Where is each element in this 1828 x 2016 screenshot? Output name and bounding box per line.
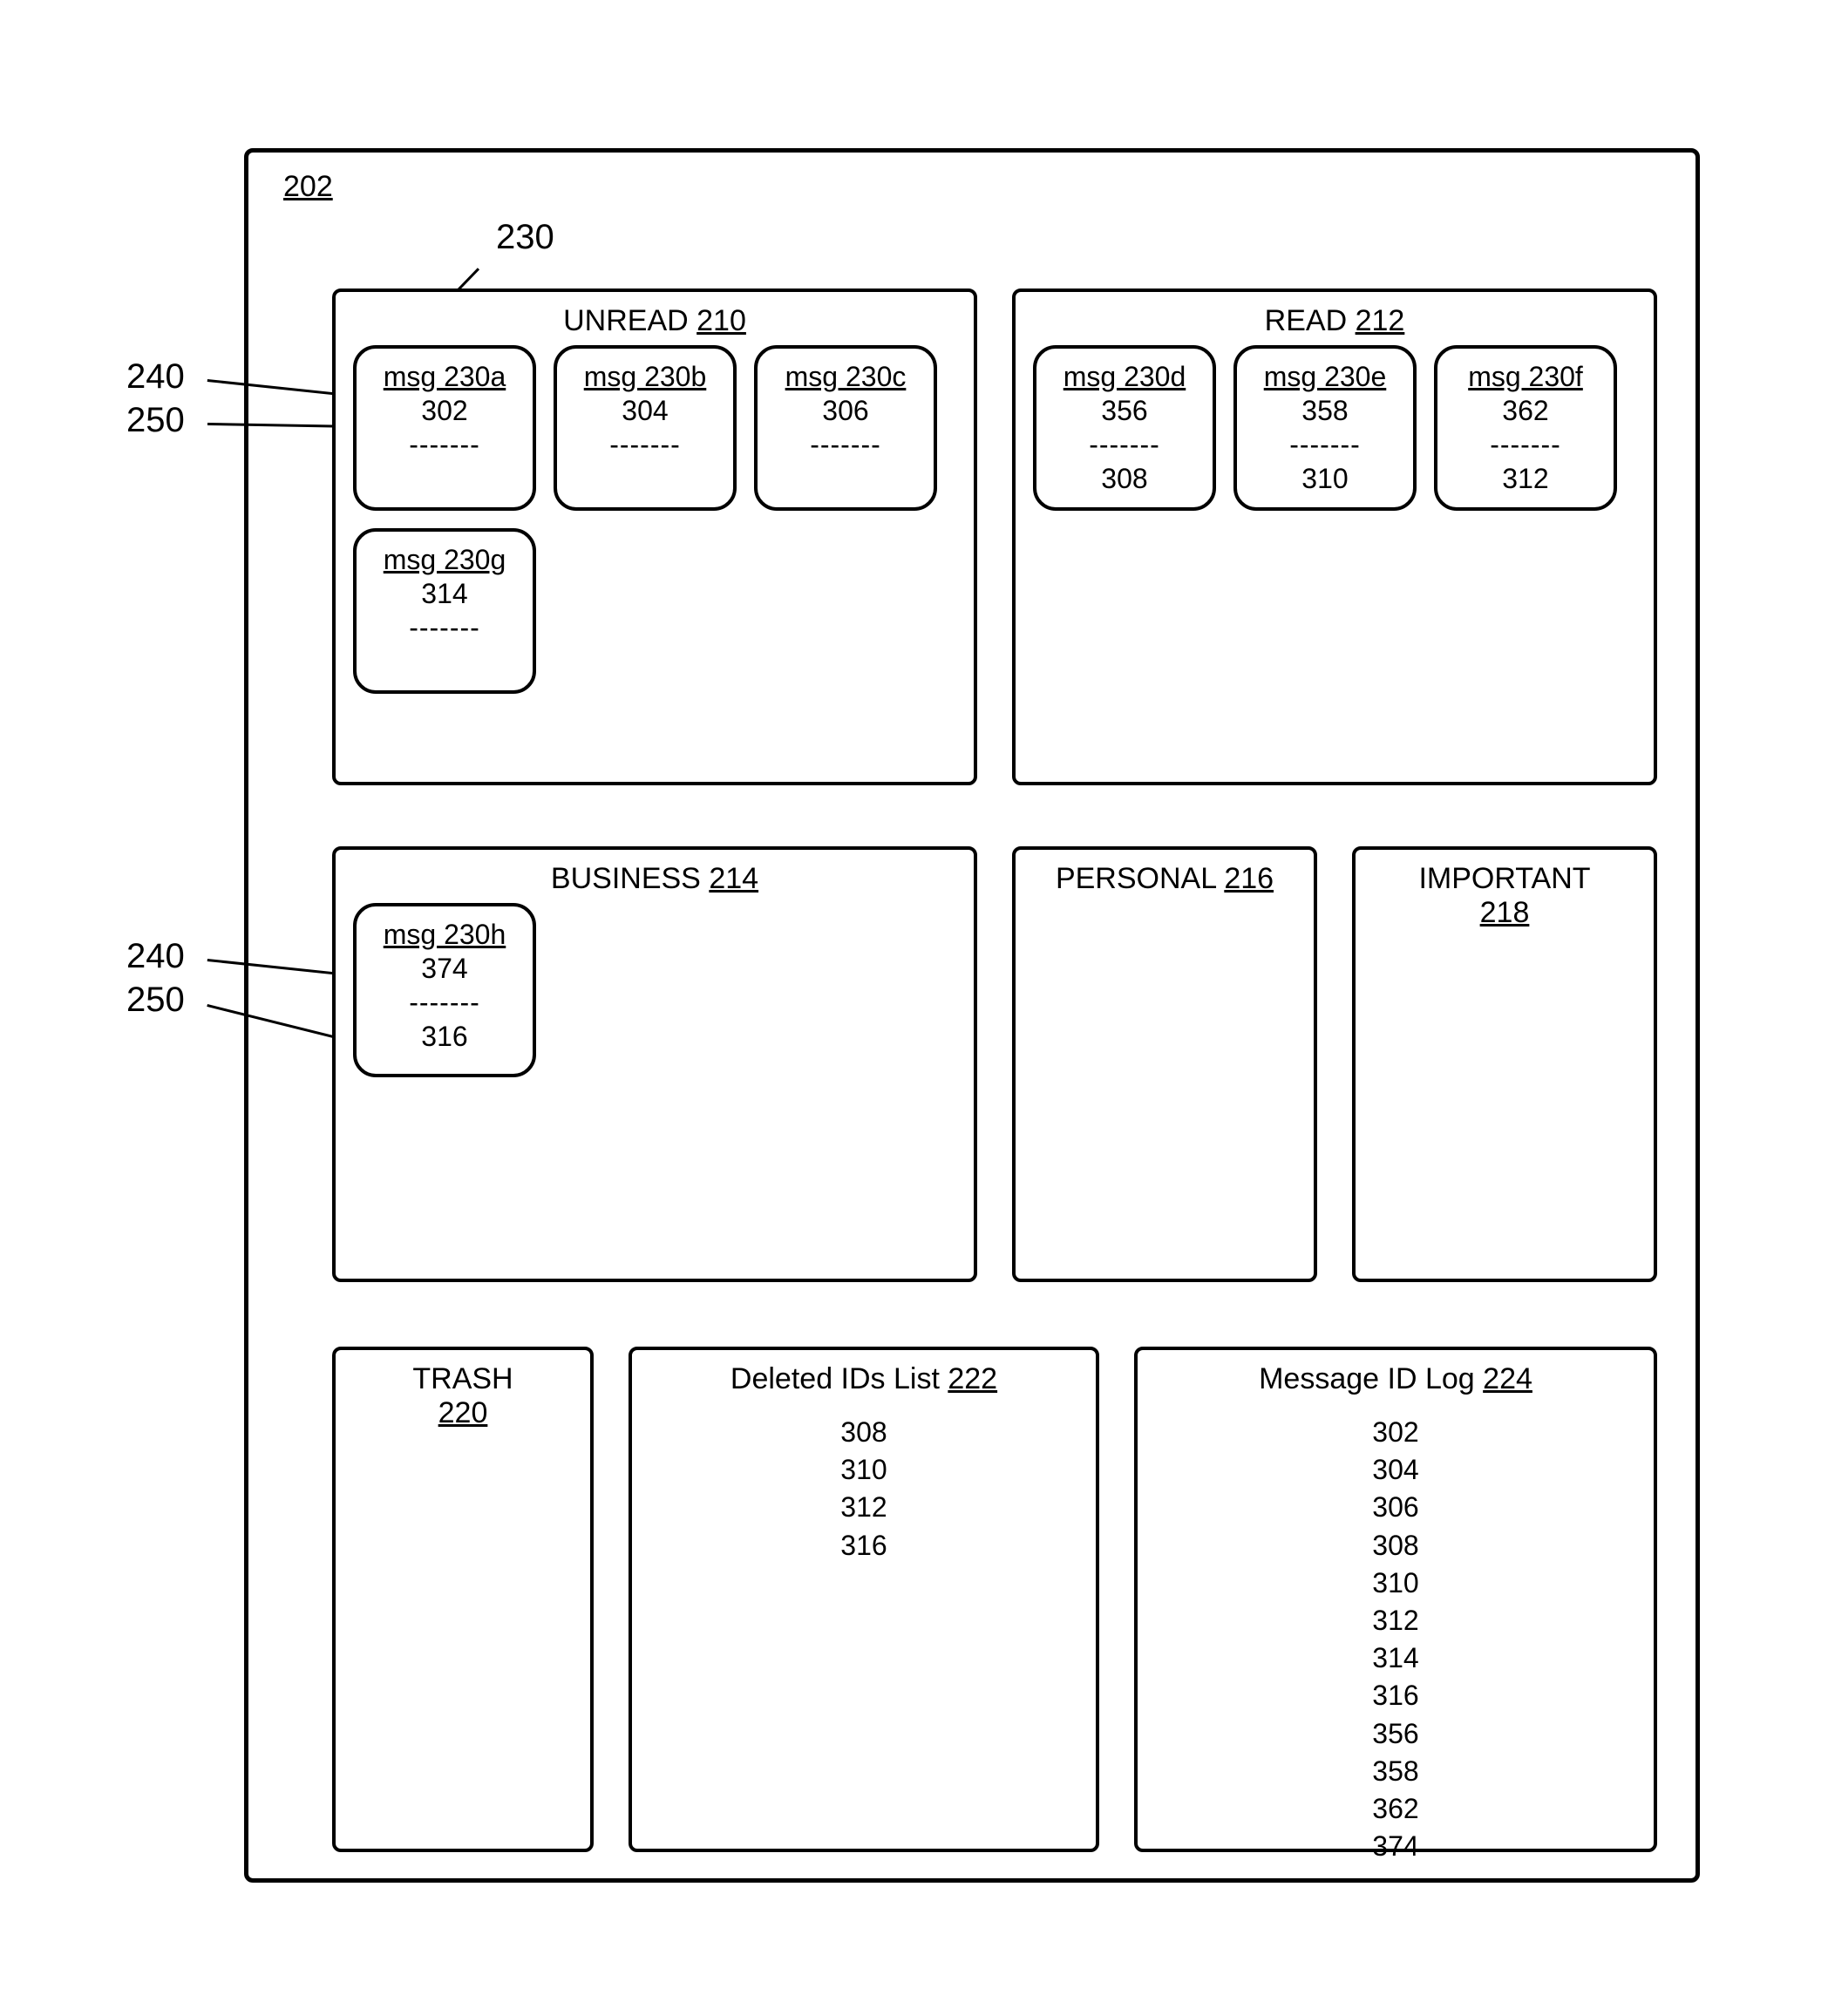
section-read-label: READ: [1265, 304, 1347, 337]
msg-230e-name: msg 230e: [1264, 361, 1387, 393]
log-id-item: 316: [1155, 1677, 1636, 1714]
section-business-ref: 214: [709, 862, 758, 895]
msg-230c-line1: 306: [822, 395, 868, 427]
section-log-ref: 224: [1483, 1362, 1532, 1395]
msg-230h: msg 230h 374 ------- 316: [353, 903, 536, 1077]
msg-230d-name: msg 230d: [1064, 361, 1186, 393]
log-id-item: 374: [1155, 1828, 1636, 1865]
section-deleted-ref: 222: [948, 1362, 997, 1395]
msg-230e-line2: 310: [1301, 463, 1348, 495]
log-id-item: 302: [1155, 1414, 1636, 1451]
section-business: BUSINESS 214 msg 230h 374 ------- 316: [332, 846, 977, 1282]
read-messages: msg 230d 356 ------- 308 msg 230e 358 --…: [1033, 345, 1636, 511]
frame-ref: 202: [283, 170, 333, 204]
msg-230f: msg 230f 362 ------- 312: [1434, 345, 1617, 511]
section-log-title: Message ID Log 224: [1155, 1362, 1636, 1396]
msg-230g-name: msg 230g: [384, 544, 506, 576]
business-messages: msg 230h 374 ------- 316: [353, 903, 956, 1077]
msg-230g-line1: 314: [421, 578, 467, 610]
section-deleted-label: Deleted IDs List: [731, 1362, 940, 1395]
msg-230f-line2: 312: [1502, 463, 1548, 495]
section-business-title: BUSINESS 214: [353, 862, 956, 896]
section-trash: TRASH 220: [332, 1347, 594, 1852]
deleted-ids-list: 308 310 312 316: [649, 1414, 1078, 1565]
msg-230h-dashes: -------: [409, 987, 480, 1019]
log-id-item: 304: [1155, 1451, 1636, 1489]
section-trash-label: TRASH: [412, 1362, 513, 1395]
section-personal: PERSONAL 216: [1012, 846, 1317, 1282]
callout-240-top: 240: [126, 357, 185, 397]
callout-240-bottom: 240: [126, 937, 185, 976]
msg-230b-line1: 304: [622, 395, 668, 427]
log-id-item: 314: [1155, 1639, 1636, 1677]
log-id-item: 310: [1155, 1565, 1636, 1602]
section-read-title: READ 212: [1033, 304, 1636, 338]
section-deleted-ids: Deleted IDs List 222 308 310 312 316: [629, 1347, 1099, 1852]
section-important-title: IMPORTANT 218: [1373, 862, 1636, 930]
deleted-id-item: 310: [649, 1451, 1078, 1489]
section-personal-title: PERSONAL 216: [1033, 862, 1296, 896]
section-important-label: IMPORTANT: [1418, 862, 1590, 895]
log-id-item: 312: [1155, 1602, 1636, 1639]
message-id-log-list: 302 304 306 308 310 312 314 316 356 358 …: [1155, 1414, 1636, 1865]
msg-230h-line2: 316: [421, 1021, 467, 1053]
section-unread-label: UNREAD: [563, 304, 689, 337]
msg-230b: msg 230b 304 -------: [554, 345, 737, 511]
section-read: READ 212 msg 230d 356 ------- 308 msg 23…: [1012, 288, 1657, 785]
section-deleted-title: Deleted IDs List 222: [649, 1362, 1078, 1396]
log-id-item: 308: [1155, 1527, 1636, 1565]
page: 230 240 250 240 250 202 UNREAD 210 msg 2…: [0, 0, 1828, 2016]
section-log-label: Message ID Log: [1259, 1362, 1475, 1395]
callout-250-top: 250: [126, 401, 185, 440]
section-important-ref: 218: [1480, 896, 1530, 929]
msg-230e-line1: 358: [1301, 395, 1348, 427]
msg-230f-name: msg 230f: [1468, 361, 1583, 393]
section-unread-ref: 210: [697, 304, 746, 337]
deleted-id-item: 308: [649, 1414, 1078, 1451]
log-id-item: 306: [1155, 1489, 1636, 1526]
msg-230d: msg 230d 356 ------- 308: [1033, 345, 1216, 511]
msg-230d-dashes: -------: [1089, 429, 1160, 461]
msg-230h-name: msg 230h: [384, 919, 506, 951]
msg-230b-dashes: -------: [609, 429, 681, 461]
section-personal-label: PERSONAL: [1056, 862, 1216, 895]
msg-230d-line2: 308: [1101, 463, 1147, 495]
log-id-item: 362: [1155, 1790, 1636, 1828]
msg-230f-dashes: -------: [1490, 429, 1561, 461]
section-trash-ref: 220: [438, 1396, 488, 1429]
msg-230a-line1: 302: [421, 395, 467, 427]
callout-250-bottom: 250: [126, 981, 185, 1020]
msg-230h-line1: 374: [421, 953, 467, 985]
log-id-item: 356: [1155, 1715, 1636, 1753]
msg-230b-name: msg 230b: [584, 361, 707, 393]
unread-messages: msg 230a 302 ------- msg 230b 304 ------…: [353, 345, 956, 694]
section-message-id-log: Message ID Log 224 302 304 306 308 310 3…: [1134, 1347, 1657, 1852]
msg-230a: msg 230a 302 -------: [353, 345, 536, 511]
section-important: IMPORTANT 218: [1352, 846, 1657, 1282]
msg-230c: msg 230c 306 -------: [754, 345, 937, 511]
section-business-label: BUSINESS: [551, 862, 701, 895]
section-unread: UNREAD 210 msg 230a 302 ------- msg 230b…: [332, 288, 977, 785]
msg-230a-dashes: -------: [409, 429, 480, 461]
section-read-ref: 212: [1356, 304, 1405, 337]
section-trash-title: TRASH 220: [353, 1362, 573, 1430]
msg-230e-dashes: -------: [1289, 429, 1361, 461]
msg-230g-dashes: -------: [409, 612, 480, 644]
msg-230f-line1: 362: [1502, 395, 1548, 427]
section-unread-title: UNREAD 210: [353, 304, 956, 338]
msg-230c-dashes: -------: [810, 429, 881, 461]
deleted-id-item: 312: [649, 1489, 1078, 1526]
msg-230a-name: msg 230a: [384, 361, 506, 393]
log-id-item: 358: [1155, 1753, 1636, 1790]
section-personal-ref: 216: [1224, 862, 1274, 895]
deleted-id-item: 316: [649, 1527, 1078, 1565]
msg-230e: msg 230e 358 ------- 310: [1233, 345, 1417, 511]
msg-230g: msg 230g 314 -------: [353, 528, 536, 694]
outer-frame: 202 UNREAD 210 msg 230a 302 ------- msg …: [244, 148, 1700, 1883]
msg-230d-line1: 356: [1101, 395, 1147, 427]
msg-230c-name: msg 230c: [785, 361, 907, 393]
